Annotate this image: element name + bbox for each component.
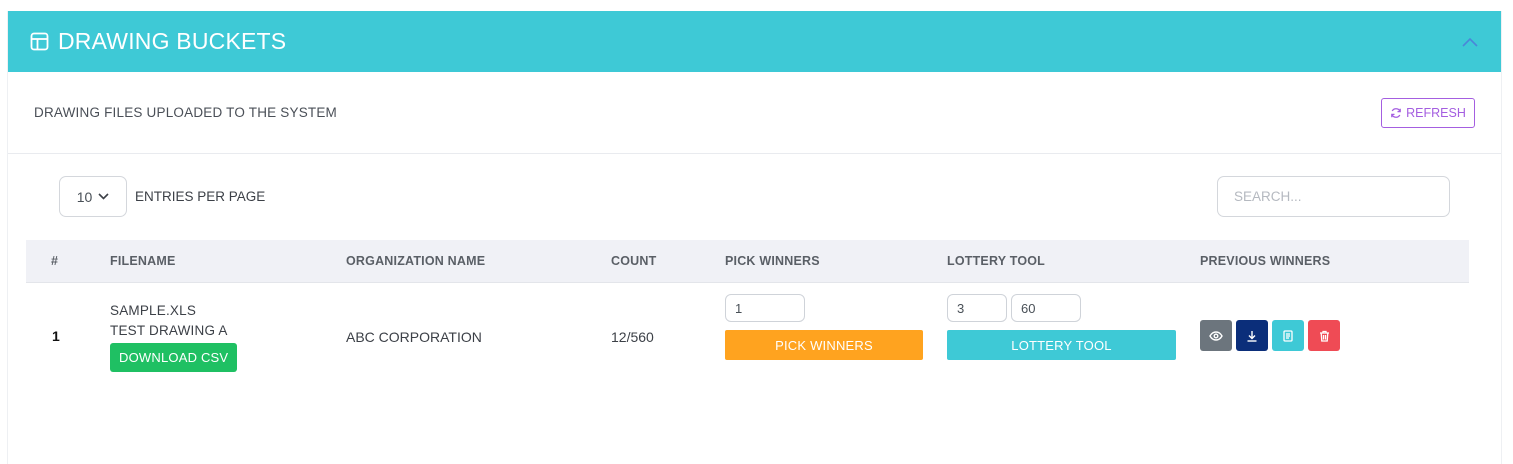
eye-icon — [1209, 330, 1223, 341]
column-header-pick-winners: PICK WINNERS — [725, 254, 820, 268]
column-header-index: # — [51, 254, 59, 268]
filename-cell: SAMPLE.XLS TEST DRAWING A DOWNLOAD CSV — [110, 301, 238, 372]
column-header-lottery-tool: LOTTERY TOOL — [947, 254, 1046, 268]
column-header-previous-winners: PREVIOUS WINNERS — [1200, 254, 1331, 268]
refresh-icon — [1391, 108, 1401, 118]
download-csv-button[interactable]: DOWNLOAD CSV — [110, 343, 238, 372]
table-icon — [30, 32, 49, 51]
page-title: DRAWING BUCKETS — [58, 28, 287, 54]
count-value: 12/560 — [611, 329, 654, 345]
lottery-input-2[interactable] — [1011, 294, 1081, 322]
filename: SAMPLE.XLS — [110, 303, 197, 318]
lottery-tool-button[interactable]: LOTTERY TOOL — [947, 330, 1176, 360]
row-index: 1 — [52, 328, 60, 344]
download-icon — [1247, 330, 1257, 342]
search-input[interactable] — [1217, 176, 1450, 217]
winners-report-button[interactable] — [1272, 320, 1304, 351]
table-header: # FILENAME ORGANIZATION NAME COUNT PICK … — [26, 240, 1469, 283]
table-row: 1 SAMPLE.XLS TEST DRAWING A DOWNLOAD CSV… — [26, 283, 1469, 393]
table-controls: 10 ENTRIES PER PAGE — [8, 154, 1501, 250]
chevron-up-icon — [1462, 37, 1478, 47]
organization-name: ABC CORPORATION — [346, 329, 482, 345]
column-header-organization: ORGANIZATION NAME — [346, 254, 486, 268]
drawing-name: TEST DRAWING A — [110, 323, 228, 338]
document-icon — [1283, 329, 1293, 342]
chevron-down-icon — [98, 193, 109, 200]
view-winners-button[interactable] — [1200, 320, 1232, 351]
collapse-button[interactable] — [1459, 31, 1481, 53]
column-header-filename: FILENAME — [110, 254, 176, 268]
subheader-text: DRAWING FILES UPLOADED TO THE SYSTEM — [34, 105, 338, 120]
page-size-value: 10 — [76, 188, 93, 205]
card-subheader: DRAWING FILES UPLOADED TO THE SYSTEM REF… — [8, 72, 1501, 154]
download-winners-button[interactable] — [1236, 320, 1268, 351]
pick-winners-input[interactable] — [725, 294, 805, 322]
page-size-select[interactable]: 10 — [59, 176, 127, 217]
refresh-button[interactable]: REFRESH — [1381, 98, 1475, 128]
drawings-table: # FILENAME ORGANIZATION NAME COUNT PICK … — [26, 240, 1469, 393]
delete-winners-button[interactable] — [1308, 320, 1340, 351]
column-header-count: COUNT — [611, 254, 657, 268]
card-header: DRAWING BUCKETS — [8, 11, 1501, 72]
refresh-label: REFRESH — [1406, 106, 1466, 120]
drawing-buckets-card: DRAWING BUCKETS DRAWING FILES UPLOADED T… — [7, 11, 1502, 464]
entries-per-page-label: ENTRIES PER PAGE — [135, 189, 266, 204]
pick-winners-button[interactable]: PICK WINNERS — [725, 330, 923, 360]
lottery-input-1[interactable] — [947, 294, 1007, 322]
trash-icon — [1319, 330, 1329, 342]
